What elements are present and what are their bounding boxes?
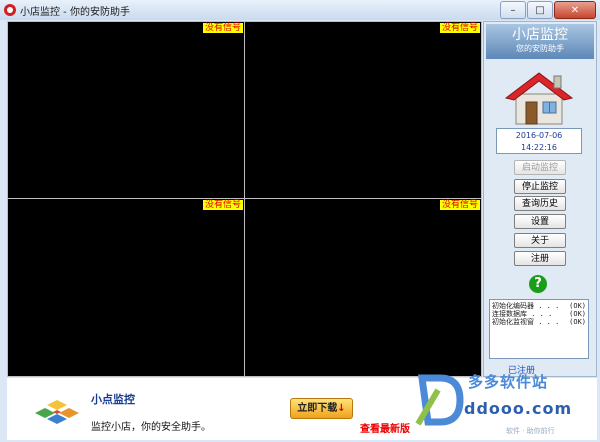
close-button[interactable]: ✕ — [554, 1, 596, 19]
download-now-button[interactable]: 立即下载↓ — [290, 398, 353, 419]
query-history-button[interactable]: 查询历史 — [514, 196, 566, 211]
log-line: 连接数据库 . . . (OK) — [492, 310, 586, 318]
time-text: 14:22:16 — [521, 143, 557, 152]
ad-logo-icon — [35, 400, 79, 424]
no-signal-label: 没有信号 — [439, 200, 480, 210]
video-pane-4[interactable]: 没有信号 — [244, 198, 482, 377]
title-bar: 小店监控 - 你的安防助手 – □ ✕ — [0, 0, 600, 20]
video-grid: 没有信号 没有信号 没有信号 没有信号 — [7, 21, 482, 377]
download-arrow-icon: ↓ — [337, 403, 346, 414]
no-signal-label: 没有信号 — [202, 23, 243, 33]
minimize-button[interactable]: – — [500, 1, 526, 19]
app-icon — [4, 4, 16, 16]
about-button[interactable]: 关于 — [514, 233, 566, 248]
ad-title: 小点监控 — [91, 393, 135, 406]
watermark: 多多软件站 ddooo.com 软件 · 助你前行 — [410, 366, 596, 440]
no-signal-label: 没有信号 — [202, 200, 243, 210]
brand-title: 小店监控 — [512, 27, 568, 43]
no-signal-label: 没有信号 — [439, 23, 480, 33]
log-line: 初始化编码器 . . . (OK) — [492, 302, 586, 310]
maximize-button[interactable]: □ — [527, 1, 553, 19]
video-pane-1[interactable]: 没有信号 — [7, 21, 245, 199]
app-window: 小店监控 - 你的安防助手 – □ ✕ 没有信号 没有信号 没有信号 没有信号 … — [0, 0, 600, 442]
brand-subtitle: 您的安防助手 — [516, 44, 564, 53]
register-button[interactable]: 注册 — [514, 251, 566, 266]
date-text: 2016-07-06 — [515, 131, 563, 140]
control-sidebar: 小店监控 您的安防助手 2016-07-06 14:22:16 启动监控 停止监… — [483, 21, 597, 377]
watermark-subtitle: 软件 · 助你前行 — [506, 427, 555, 435]
stop-monitor-button[interactable]: 停止监控 — [514, 179, 566, 194]
status-log: 初始化编码器 . . . (OK) 连接数据库 . . . (OK) 初始化监视窗 … — [489, 299, 589, 359]
window-controls: – □ ✕ — [500, 1, 596, 19]
house-icon — [504, 72, 574, 125]
ad-text: 监控小店，你的安全助手。 — [91, 422, 211, 433]
start-monitor-button[interactable]: 启动监控 — [514, 160, 566, 175]
brand-banner: 小店监控 您的安防助手 — [486, 24, 594, 59]
watermark-url: ddooo.com — [464, 399, 573, 418]
help-icon[interactable]: ? — [529, 275, 547, 293]
window-title: 小店监控 - 你的安防助手 — [20, 6, 130, 18]
datetime-display: 2016-07-06 14:22:16 — [496, 128, 582, 154]
video-pane-3[interactable]: 没有信号 — [7, 198, 245, 377]
video-pane-2[interactable]: 没有信号 — [244, 21, 482, 199]
log-line: 初始化监视窗 . . . (OK) — [492, 318, 586, 326]
watermark-name: 多多软件站 — [468, 373, 549, 391]
view-latest-link[interactable]: 查看最新版 — [360, 420, 410, 435]
watermark-logo-icon — [415, 374, 464, 426]
settings-button[interactable]: 设置 — [514, 214, 566, 229]
